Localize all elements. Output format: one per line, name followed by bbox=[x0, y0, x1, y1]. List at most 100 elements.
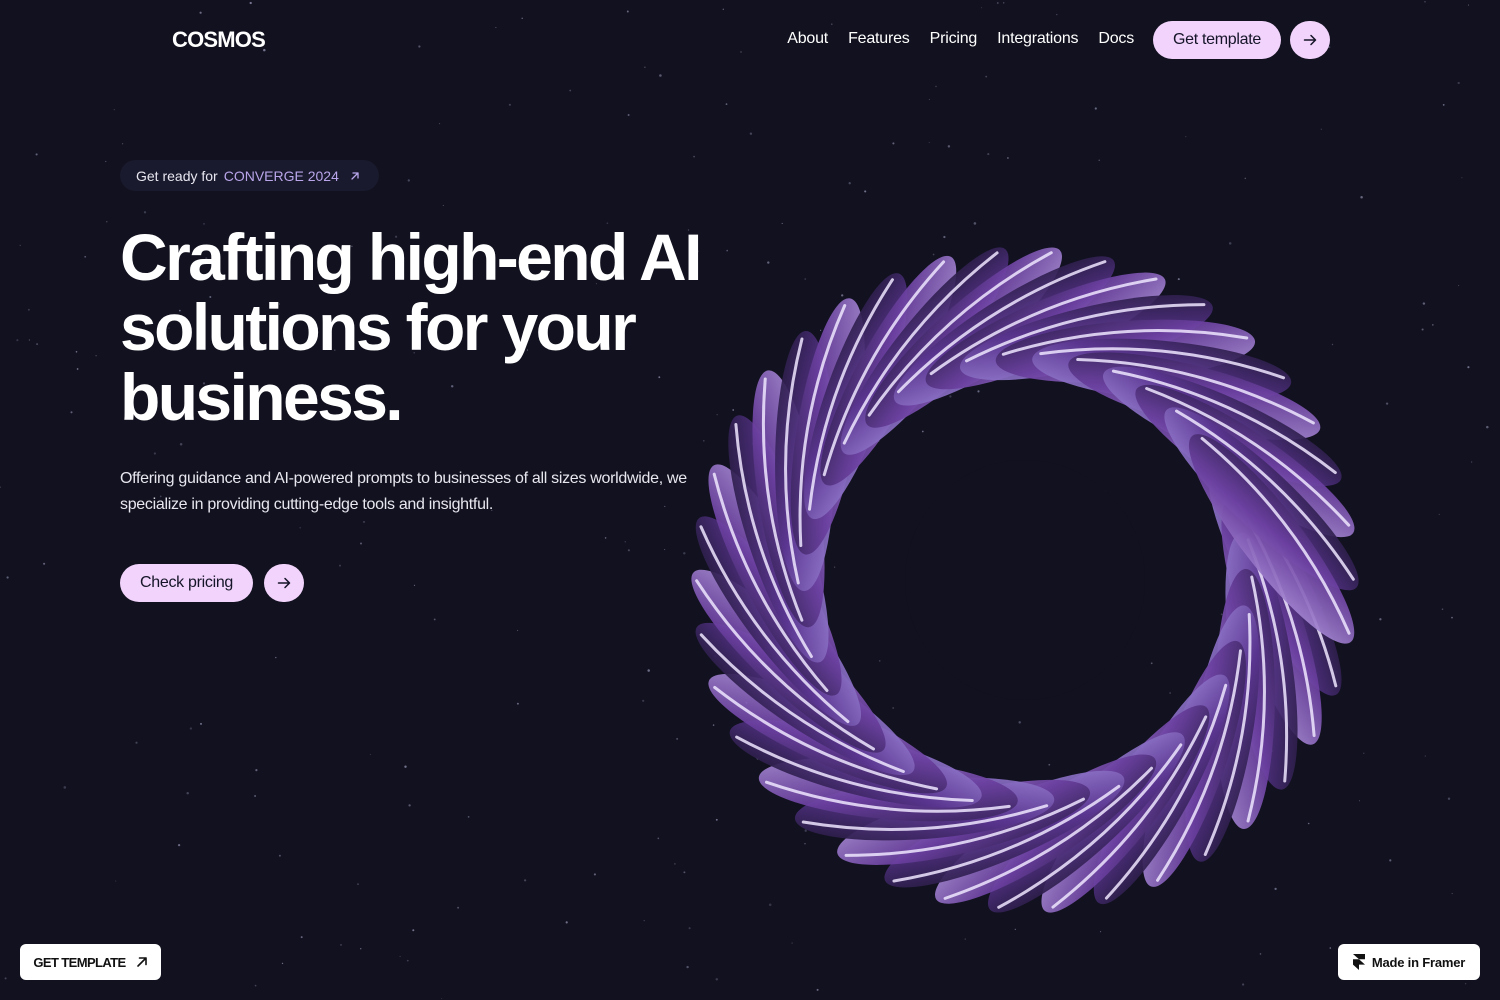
made-in-framer-badge[interactable]: Made in Framer bbox=[1338, 944, 1480, 980]
star-dot bbox=[1486, 425, 1489, 429]
badge-lead-text: Get ready for bbox=[136, 167, 218, 184]
star-dot bbox=[1438, 513, 1440, 515]
arrow-up-right-icon bbox=[136, 957, 147, 967]
brand-logo[interactable]: COSMOS bbox=[172, 27, 266, 53]
star-dot bbox=[467, 816, 470, 818]
hero-title-line: solutions for your bbox=[120, 290, 637, 364]
star-dot bbox=[1451, 892, 1453, 895]
star-dot bbox=[406, 959, 409, 962]
star-dot bbox=[357, 883, 359, 885]
star-dot bbox=[524, 879, 527, 882]
announcement-badge[interactable]: Get ready for CONVERGE 2024 bbox=[120, 160, 379, 191]
star-dot bbox=[363, 520, 365, 523]
star-dot bbox=[438, 123, 441, 125]
star-dot bbox=[593, 873, 596, 876]
star-dot bbox=[457, 906, 460, 909]
star-dot bbox=[508, 103, 511, 106]
ring-center bbox=[905, 460, 1145, 700]
star-dot bbox=[399, 955, 401, 957]
star-dot bbox=[1457, 81, 1460, 85]
framer-logo-icon bbox=[1352, 954, 1365, 970]
star-dot bbox=[189, 727, 193, 730]
hero-title: Crafting high-end AI solutions for your … bbox=[120, 222, 780, 432]
star-dot bbox=[19, 244, 21, 246]
star-dot bbox=[27, 308, 30, 311]
star-dot bbox=[693, 155, 695, 158]
star-dot bbox=[1471, 461, 1473, 463]
landing-page: COSMOS About Features Pricing Integratio… bbox=[0, 0, 1500, 1000]
star-dot bbox=[928, 141, 930, 144]
star-dot bbox=[848, 182, 851, 185]
badge-event-name: CONVERGE 2024 bbox=[223, 167, 339, 184]
star-dot bbox=[1098, 159, 1100, 161]
star-dot bbox=[413, 584, 416, 587]
arrow-up-right-icon bbox=[351, 171, 359, 180]
nav-link-docs[interactable]: Docs bbox=[1098, 30, 1134, 48]
get-template-button[interactable]: Get template bbox=[1153, 21, 1282, 59]
nav-link-about[interactable]: About bbox=[787, 30, 828, 48]
arrow-right-icon bbox=[277, 577, 291, 589]
star-dot bbox=[749, 132, 753, 135]
star-dot bbox=[186, 791, 189, 795]
star-dot bbox=[928, 98, 930, 100]
star-dot bbox=[1461, 177, 1463, 179]
star-dot bbox=[1422, 302, 1426, 305]
star-dot bbox=[369, 753, 371, 756]
star-dot bbox=[63, 786, 67, 789]
star-dot bbox=[4, 977, 7, 980]
star-dot bbox=[987, 153, 990, 156]
star-dot bbox=[16, 339, 19, 342]
star-dot bbox=[200, 722, 202, 725]
get-template-badge[interactable]: GET TEMPLATE bbox=[20, 944, 161, 980]
star-dot bbox=[177, 843, 181, 847]
star-dot bbox=[947, 145, 951, 148]
star-dot bbox=[1421, 328, 1424, 331]
star-dot bbox=[153, 452, 157, 455]
star-dot bbox=[339, 564, 341, 567]
star-dot bbox=[84, 255, 87, 258]
made-in-framer-label: Made in Framer bbox=[1371, 954, 1466, 970]
star-dot bbox=[113, 108, 115, 111]
star-dot bbox=[75, 351, 78, 353]
check-pricing-arrow-button[interactable] bbox=[264, 564, 304, 602]
star-dot bbox=[76, 368, 79, 370]
hero-title-line: business. bbox=[120, 360, 404, 434]
star-dot bbox=[70, 411, 73, 414]
check-pricing-button[interactable]: Check pricing bbox=[120, 564, 254, 602]
nav-link-integrations[interactable]: Integrations bbox=[997, 30, 1078, 48]
star-dot bbox=[627, 549, 630, 552]
star-dot bbox=[43, 562, 46, 565]
nav-link-features[interactable]: Features bbox=[848, 30, 910, 48]
hero-description: Offering guidance and AI-powered prompts… bbox=[120, 470, 687, 513]
get-template-arrow-button[interactable] bbox=[1290, 21, 1330, 59]
star-dot bbox=[254, 795, 257, 797]
star-dot bbox=[441, 998, 443, 1000]
star-dot bbox=[254, 984, 257, 987]
nav-link-pricing[interactable]: Pricing bbox=[930, 30, 978, 48]
star-dot bbox=[360, 948, 362, 950]
star-dot bbox=[935, 85, 937, 88]
star-dot bbox=[565, 921, 568, 924]
star-dot bbox=[1447, 797, 1451, 800]
star-dot bbox=[143, 211, 147, 214]
star-dot bbox=[1442, 104, 1445, 106]
star-dot bbox=[1458, 284, 1460, 287]
hero-title-line: Crafting high-end AI bbox=[120, 220, 702, 294]
star-dot bbox=[1185, 135, 1187, 138]
star-dot bbox=[624, 541, 626, 543]
star-dot bbox=[442, 204, 444, 206]
star-dot bbox=[1424, 755, 1426, 757]
site-header: COSMOS About Features Pricing Integratio… bbox=[0, 0, 1500, 80]
star-dot bbox=[275, 656, 277, 659]
star-dot bbox=[407, 179, 410, 182]
star-dot bbox=[1320, 128, 1322, 130]
star-dot bbox=[1006, 157, 1009, 159]
star-dot bbox=[105, 160, 107, 163]
star-dot bbox=[300, 936, 303, 939]
star-dot bbox=[135, 741, 138, 744]
star-dot bbox=[1094, 107, 1097, 110]
star-dot bbox=[404, 765, 407, 768]
star-dot bbox=[121, 143, 124, 145]
star-dot bbox=[6, 576, 9, 579]
star-dot bbox=[1244, 177, 1247, 180]
